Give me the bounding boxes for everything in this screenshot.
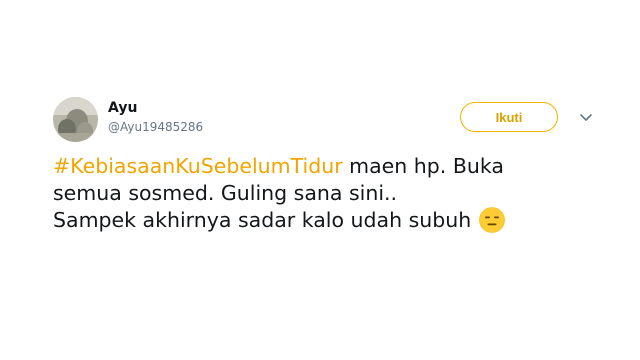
follow-button[interactable]: Ikuti (460, 102, 558, 132)
tweet-text-line-2: semua sosmed. Guling sana sini.. (53, 181, 398, 205)
tweet-text-segment: Sampek akhirnya sadar kalo udah subuh (53, 208, 472, 232)
tweet-card: Ayu @Ayu19485286 Ikuti #KebiasaanKuSebel… (0, 0, 640, 360)
avatar[interactable] (53, 97, 98, 142)
expressionless-face-icon (479, 207, 506, 233)
tweet-text-line-1: #KebiasaanKuSebelumTidur maen hp. Buka (53, 153, 593, 180)
tweet-text-line-3: Sampek akhirnya sadar kalo udah subuh (53, 207, 593, 234)
hashtag-link[interactable]: #KebiasaanKuSebelumTidur (53, 154, 343, 178)
tweet-text-segment: maen hp. Buka (342, 154, 504, 178)
author-handle[interactable]: @Ayu19485286 (108, 120, 203, 134)
avatar-photo-icon (53, 97, 98, 142)
tweet-text: #KebiasaanKuSebelumTidur maen hp. Buka s… (53, 153, 593, 234)
chevron-down-icon[interactable] (579, 111, 593, 125)
author-display-name[interactable]: Ayu (108, 100, 137, 116)
